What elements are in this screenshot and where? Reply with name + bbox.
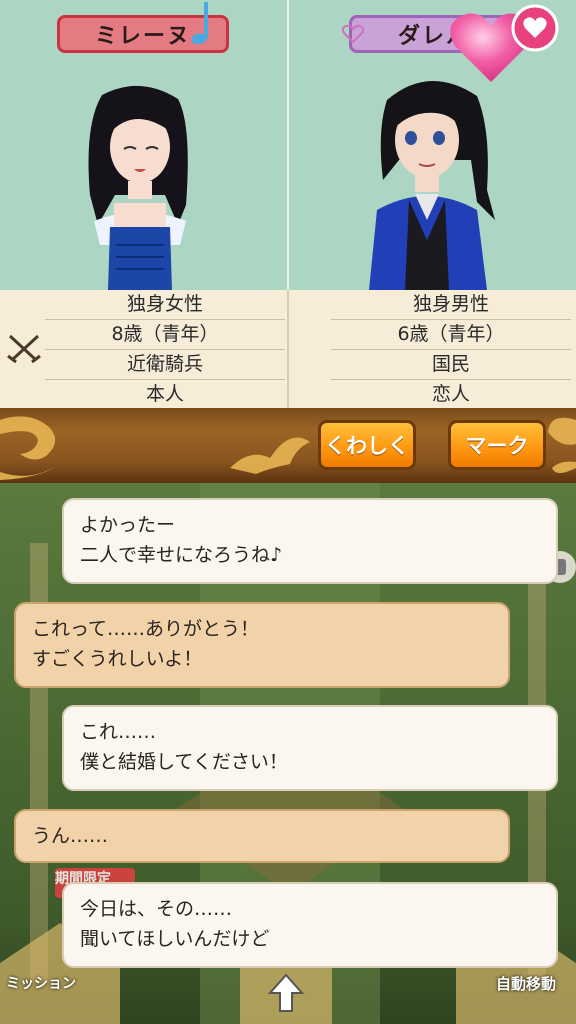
left-info-column: 独身女性 8歳（青年） 近衛騎兵 本人 <box>45 290 285 409</box>
auto-move-button[interactable]: 自動移動 <box>496 973 556 994</box>
message-line: 二人で幸せになろうね♪ <box>80 544 283 566</box>
message-line: すごくうれしいよ！ <box>32 648 203 670</box>
right-marital-status: 独身男性 <box>331 290 571 320</box>
small-heart-icon <box>341 24 365 44</box>
portrait-area: ミレーヌ ダレル <box>0 0 576 290</box>
message-line: うん…… <box>32 825 109 847</box>
character-info-table: 独身女性 8歳（青年） 近衛騎兵 本人 独身男性 6歳（青年） 国民 恋人 <box>0 290 576 408</box>
action-bar: くわしく マーク <box>0 408 576 483</box>
message-line: 僕と結婚してください！ <box>80 751 288 773</box>
mark-button[interactable]: マーク <box>448 420 546 470</box>
chat-bubble: よかったー 二人で幸せになろうね♪ <box>62 498 558 584</box>
message-line: よかったー <box>80 514 176 536</box>
message-line: これって……ありがとう！ <box>32 618 260 640</box>
right-relationship: 恋人 <box>431 383 470 405</box>
right-character-panel[interactable]: ダレル <box>289 0 576 290</box>
left-relationship: 本人 <box>145 383 184 405</box>
details-button[interactable]: くわしく <box>318 420 416 470</box>
chat-bubble: これ…… 僕と結婚してください！ <box>62 705 558 791</box>
conversation-area: 期間限定 ミッション 自動移動 よかったー 二人で幸せになろうね♪ これって……… <box>0 483 576 1024</box>
right-age: 6歳（青年） <box>331 320 571 350</box>
info-divider <box>287 290 289 408</box>
heart-badge-icon[interactable] <box>511 4 559 52</box>
left-occupation: 近衛騎兵 <box>45 350 285 380</box>
right-occupation: 国民 <box>331 350 571 380</box>
left-character-panel[interactable]: ミレーヌ <box>0 0 287 290</box>
left-age: 8歳（青年） <box>45 320 285 350</box>
crossed-swords-icon <box>7 334 41 364</box>
chat-bubble: 今日は、その…… 聞いてほしいんだけど <box>62 882 558 968</box>
male-avatar <box>369 80 495 290</box>
up-arrow-icon[interactable] <box>258 961 314 1021</box>
right-info-column: 独身男性 6歳（青年） 国民 恋人 <box>331 290 571 409</box>
message-line: 聞いてほしいんだけど <box>80 928 270 950</box>
music-note-icon <box>191 2 208 44</box>
chat-bubble: これって……ありがとう！ すごくうれしいよ！ <box>14 602 510 688</box>
message-line: 今日は、その…… <box>80 898 233 920</box>
left-marital-status: 独身女性 <box>45 290 285 320</box>
message-line: これ…… <box>80 721 157 743</box>
chat-bubble: うん…… <box>14 809 510 863</box>
female-avatar <box>88 85 188 290</box>
mission-button[interactable]: ミッション <box>6 973 76 993</box>
